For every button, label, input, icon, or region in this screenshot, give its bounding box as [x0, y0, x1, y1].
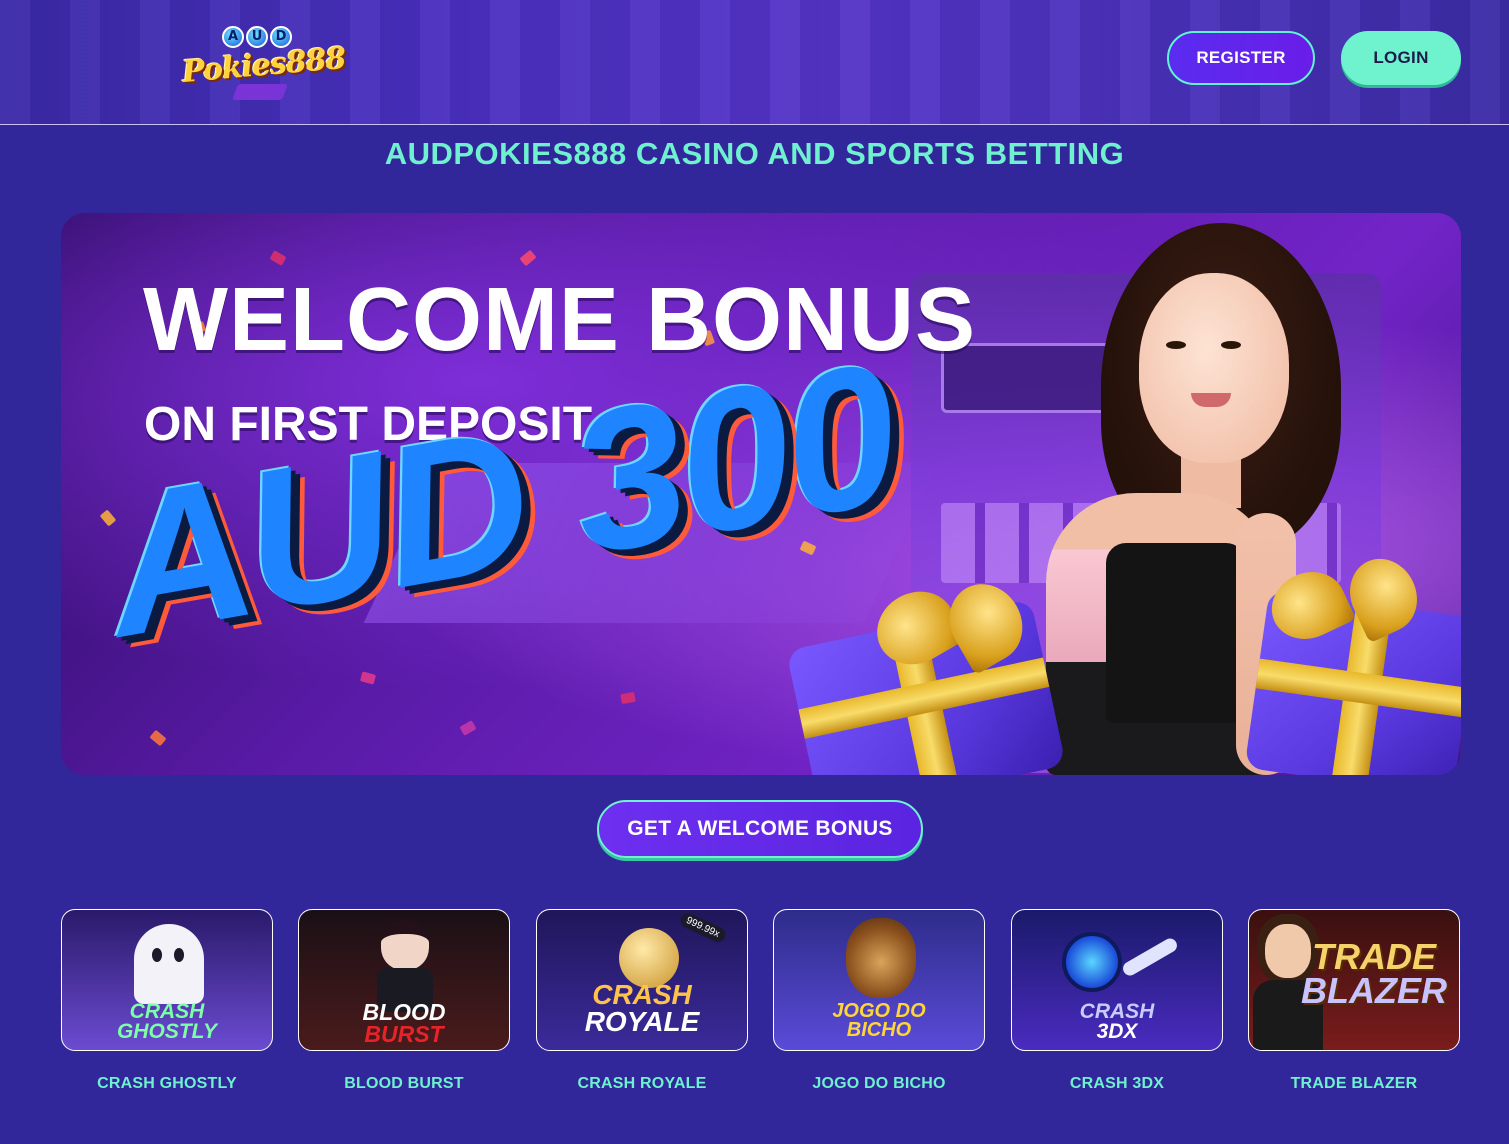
game-label[interactable]: CRASH 3DX: [1011, 1075, 1223, 1093]
game-thumbnail[interactable]: TRADE BLAZER: [1248, 909, 1460, 1051]
confetti-piece: [149, 729, 167, 747]
rocket-wing: [1120, 935, 1180, 979]
game-thumb-title: CRASH GHOSTLY: [62, 1000, 272, 1043]
game-card-trade-blazer[interactable]: TRADE BLAZER TRADE BLAZER: [1248, 909, 1460, 1093]
thumb-title-line: BURST: [364, 1020, 444, 1047]
model-eye: [1221, 341, 1241, 349]
lion-icon: [846, 918, 916, 998]
page-title: AUDPOKIES888 CASINO AND SPORTS BETTING: [384, 136, 1125, 171]
thumb-title-line: BICHO: [846, 1019, 912, 1041]
game-thumbnail[interactable]: CRASH 3DX: [1011, 909, 1223, 1051]
game-thumb-title: CRASH 3DX: [1012, 1000, 1222, 1043]
login-button[interactable]: LOGIN: [1341, 31, 1461, 85]
game-label[interactable]: CRASH GHOSTLY: [61, 1075, 273, 1093]
model-top: [1106, 543, 1246, 723]
confetti-piece: [519, 249, 537, 267]
game-thumb-title: TRADE BLAZER: [1289, 936, 1459, 1012]
game-label[interactable]: BLOOD BURST: [298, 1075, 510, 1093]
site-logo[interactable]: A U D Pokies888: [180, 14, 347, 100]
game-card-crash-ghostly[interactable]: CRASH GHOSTLY CRASH GHOSTLY: [61, 909, 273, 1093]
logo-letter: A: [222, 26, 244, 48]
game-card-crash-3dx[interactable]: CRASH 3DX CRASH 3DX: [1011, 909, 1223, 1093]
thumb-title-line: ROYALE: [584, 1005, 700, 1037]
thumb-title-line: CRASH: [129, 1000, 205, 1023]
get-welcome-bonus-button[interactable]: GET A WELCOME BONUS: [597, 800, 923, 858]
ghost-eye: [174, 948, 184, 962]
confetti-piece: [359, 671, 377, 685]
register-button[interactable]: REGISTER: [1167, 31, 1315, 85]
rocket-icon: [1062, 932, 1122, 992]
thumb-title-line: 3DX: [1096, 1019, 1138, 1043]
game-thumb-title: JOGO DO BICHO: [774, 1001, 984, 1041]
ghost-eye: [152, 948, 162, 962]
game-thumbnail[interactable]: BLOOD BURST: [298, 909, 510, 1051]
game-label[interactable]: JOGO DO BICHO: [773, 1075, 985, 1093]
vampire-icon: [381, 920, 429, 970]
logo-letter: U: [246, 26, 268, 48]
thumb-title-line: BLAZER: [1301, 970, 1447, 1012]
logo-brand-text: Pokies888: [180, 40, 347, 91]
game-thumb-title: CRASH ROYALE: [537, 979, 747, 1037]
confetti-piece: [459, 720, 477, 736]
game-card-blood-burst[interactable]: BLOOD BURST BLOOD BURST: [298, 909, 510, 1093]
game-thumbnail[interactable]: JOGO DO BICHO: [773, 909, 985, 1051]
multiplier-badge: 999.99x: [678, 910, 728, 945]
model-eye: [1166, 341, 1186, 349]
games-grid: CRASH GHOSTLY CRASH GHOSTLY BLOOD BURST …: [61, 909, 1461, 1099]
confetti-piece: [269, 250, 287, 266]
site-header: A U D Pokies888 REGISTER LOGIN: [0, 0, 1509, 125]
game-thumb-title: BLOOD BURST: [299, 1001, 509, 1047]
thumb-title-line: CRASH: [1079, 1000, 1155, 1023]
game-thumbnail[interactable]: CRASH GHOSTLY: [61, 909, 273, 1051]
game-card-jogo-do-bicho[interactable]: JOGO DO BICHO JOGO DO BICHO: [773, 909, 985, 1093]
logo-gem: [232, 84, 288, 100]
thumb-title-line: CRASH: [592, 979, 692, 1010]
ghost-icon: [134, 924, 204, 1004]
game-label[interactable]: TRADE BLAZER: [1248, 1075, 1460, 1093]
game-thumbnail[interactable]: 999.99x CRASH ROYALE: [536, 909, 748, 1051]
logo-aud-badges: A U D: [222, 26, 292, 48]
thumb-title-line: TRADE: [1312, 936, 1436, 977]
thumb-title-line: GHOSTLY: [117, 1019, 217, 1043]
game-label[interactable]: CRASH ROYALE: [536, 1075, 748, 1093]
model-face: [1139, 273, 1289, 463]
welcome-bonus-banner[interactable]: WELCOME BONUS ON FIRST DEPOSIT AUD 300: [61, 213, 1461, 775]
confetti-piece: [620, 691, 636, 705]
game-card-crash-royale[interactable]: 999.99x CRASH ROYALE CRASH ROYALE: [536, 909, 748, 1093]
